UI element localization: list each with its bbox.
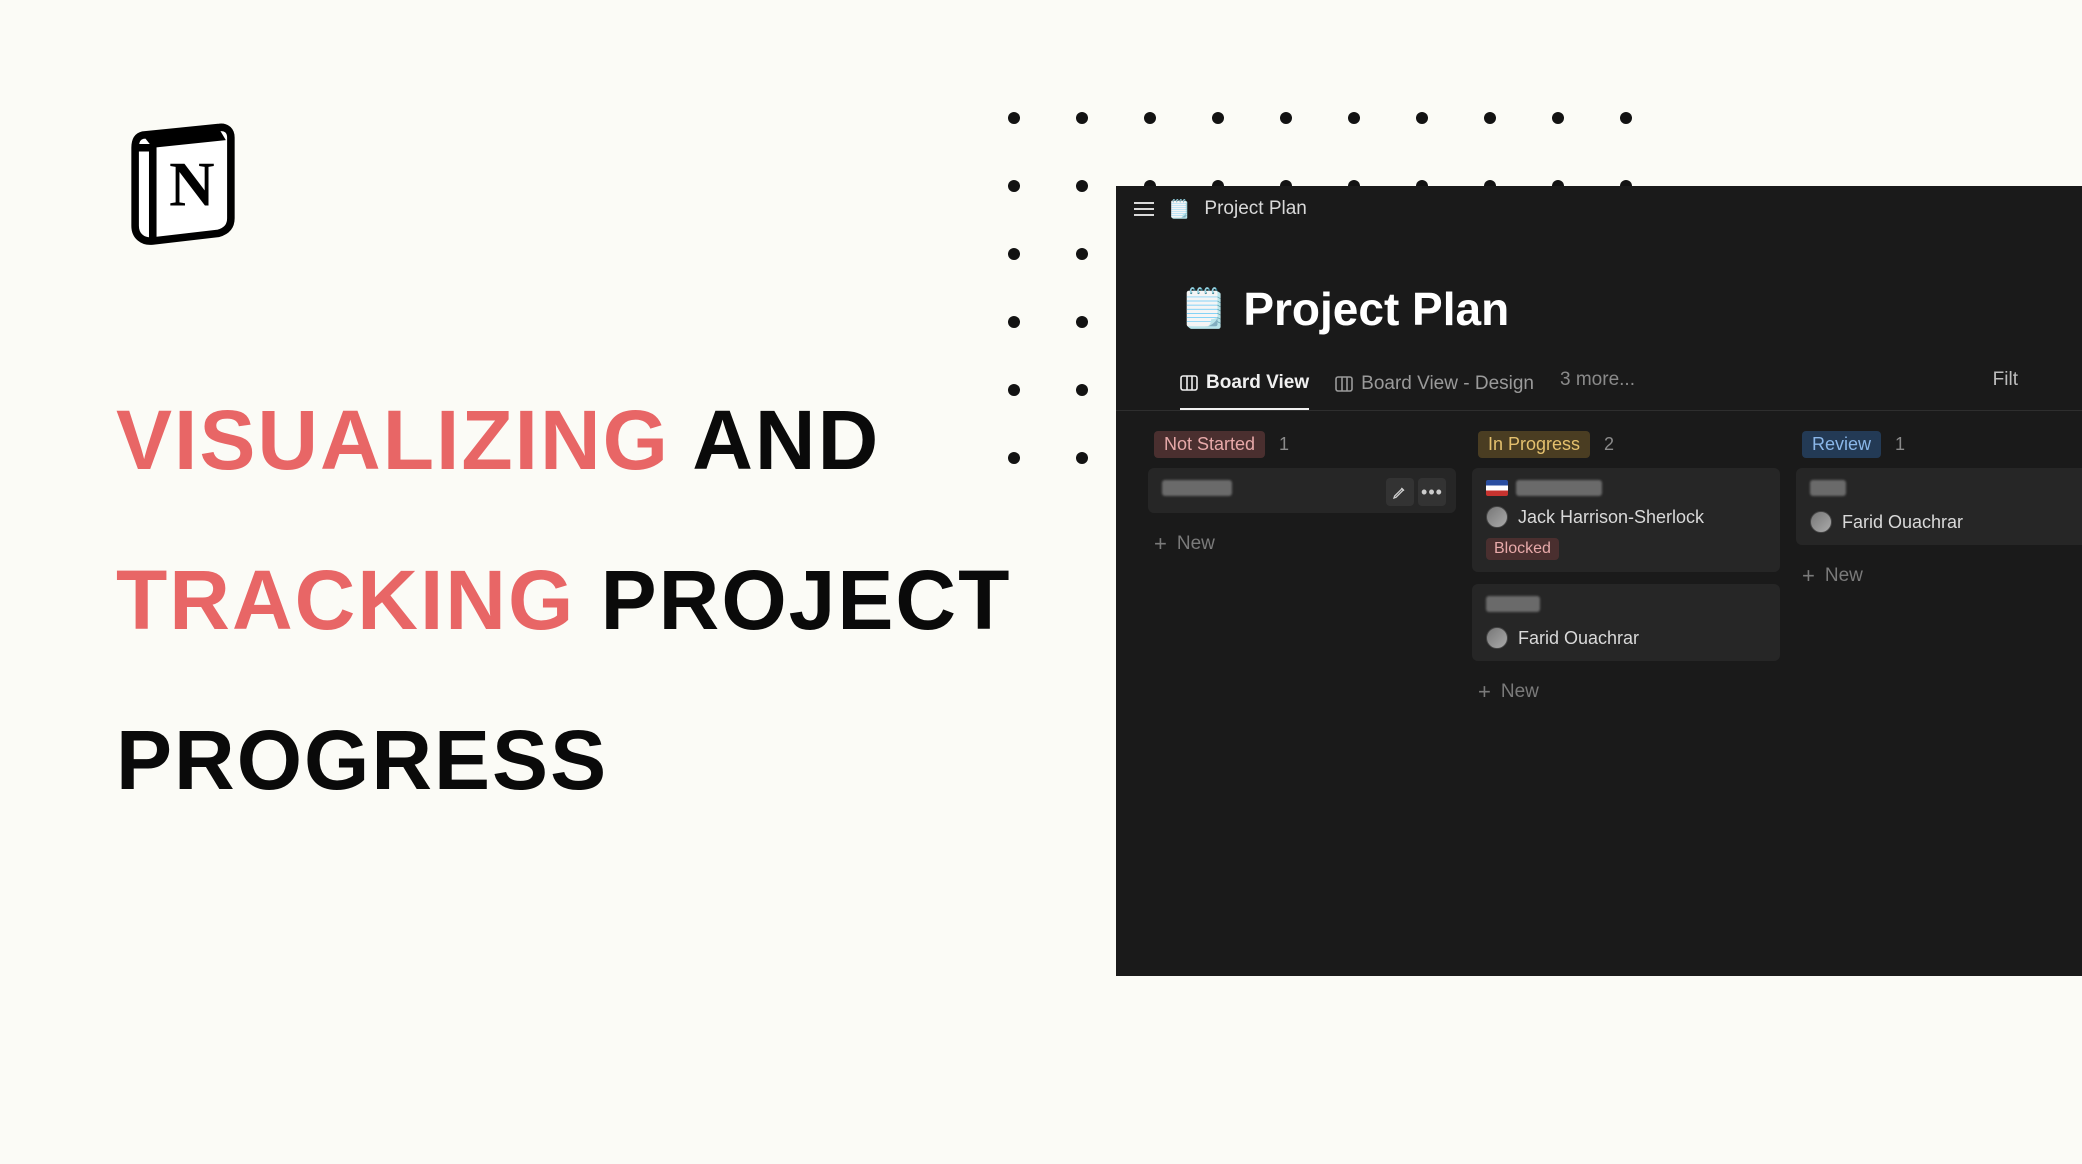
new-card-button[interactable]: + New xyxy=(1148,525,1456,563)
assignee-name: Farid Ouachrar xyxy=(1842,512,1963,533)
new-label: New xyxy=(1825,565,1863,587)
more-icon[interactable]: ••• xyxy=(1418,478,1446,506)
card[interactable]: Farid Ouachrar xyxy=(1796,468,2082,545)
edit-icon[interactable] xyxy=(1386,478,1414,506)
breadcrumb[interactable]: Project Plan xyxy=(1204,198,1306,220)
status-pill-review[interactable]: Review xyxy=(1802,431,1881,458)
card[interactable]: Farid Ouachrar xyxy=(1472,584,1780,661)
page-title[interactable]: Project Plan xyxy=(1243,282,1509,336)
avatar xyxy=(1810,511,1832,533)
status-pill-in-progress[interactable]: In Progress xyxy=(1478,431,1590,458)
headline: VISUALIZING AND TRACKING PROJECT PROGRES… xyxy=(116,360,1011,840)
tab-board-view[interactable]: Board View xyxy=(1180,364,1309,410)
new-card-button[interactable]: + New xyxy=(1472,673,1780,711)
avatar xyxy=(1486,627,1508,649)
card[interactable]: ••• xyxy=(1148,468,1456,513)
headline-word-4: PROJECT xyxy=(601,553,1012,647)
card-title-redacted xyxy=(1162,480,1232,496)
page-header: 🗒️ Project Plan xyxy=(1116,232,2082,346)
column-count: 1 xyxy=(1279,434,1289,455)
assignee-name: Jack Harrison-Sherlock xyxy=(1518,507,1704,528)
avatar xyxy=(1486,506,1508,528)
column-count: 1 xyxy=(1895,434,1905,455)
board-icon xyxy=(1335,375,1353,393)
column-count: 2 xyxy=(1604,434,1614,455)
headline-word-5: PROGRESS xyxy=(116,713,608,807)
headline-word-3: TRACKING xyxy=(116,553,575,647)
view-tabs: Board View Board View - Design 3 more...… xyxy=(1116,346,2082,411)
kanban-board: Not Started 1 ••• + New In Progress xyxy=(1116,411,2082,711)
column-in-progress: In Progress 2 Jack Harrison-Sherlock Blo… xyxy=(1472,431,1780,711)
card-title-redacted xyxy=(1810,480,1846,496)
notion-logo: N xyxy=(120,120,246,251)
column-review: Review 1 Farid Ouachrar + New xyxy=(1796,431,2082,711)
card-title-redacted xyxy=(1516,480,1602,496)
menu-icon[interactable] xyxy=(1134,202,1154,216)
tab-label: Board View xyxy=(1206,372,1309,394)
new-label: New xyxy=(1501,681,1539,703)
column-not-started: Not Started 1 ••• + New xyxy=(1148,431,1456,711)
card[interactable]: Jack Harrison-Sherlock Blocked xyxy=(1472,468,1780,572)
tag-blocked: Blocked xyxy=(1486,538,1559,560)
filter-button[interactable]: Filt xyxy=(1993,369,2018,405)
plus-icon: + xyxy=(1478,681,1491,703)
notion-window: 🗒️ Project Plan 🗒️ Project Plan Board Vi… xyxy=(1116,186,2082,976)
topbar: 🗒️ Project Plan xyxy=(1116,186,2082,232)
headline-word-2: AND xyxy=(692,393,880,487)
assignee-name: Farid Ouachrar xyxy=(1518,628,1639,649)
board-icon xyxy=(1180,374,1198,392)
status-pill-not-started[interactable]: Not Started xyxy=(1154,431,1265,458)
tab-label: Board View - Design xyxy=(1361,373,1534,395)
new-card-button[interactable]: + New xyxy=(1796,557,2082,595)
card-title-redacted xyxy=(1486,596,1540,612)
new-label: New xyxy=(1177,533,1215,555)
plus-icon: + xyxy=(1154,533,1167,555)
svg-text:N: N xyxy=(169,150,215,220)
tab-board-view-design[interactable]: Board View - Design xyxy=(1335,365,1534,409)
flag-icon xyxy=(1486,480,1508,496)
notepad-icon: 🗒️ xyxy=(1168,200,1190,218)
plus-icon: + xyxy=(1802,565,1815,587)
notepad-icon[interactable]: 🗒️ xyxy=(1180,290,1227,328)
tabs-more[interactable]: 3 more... xyxy=(1560,369,1635,405)
headline-word-1: VISUALIZING xyxy=(116,393,670,487)
